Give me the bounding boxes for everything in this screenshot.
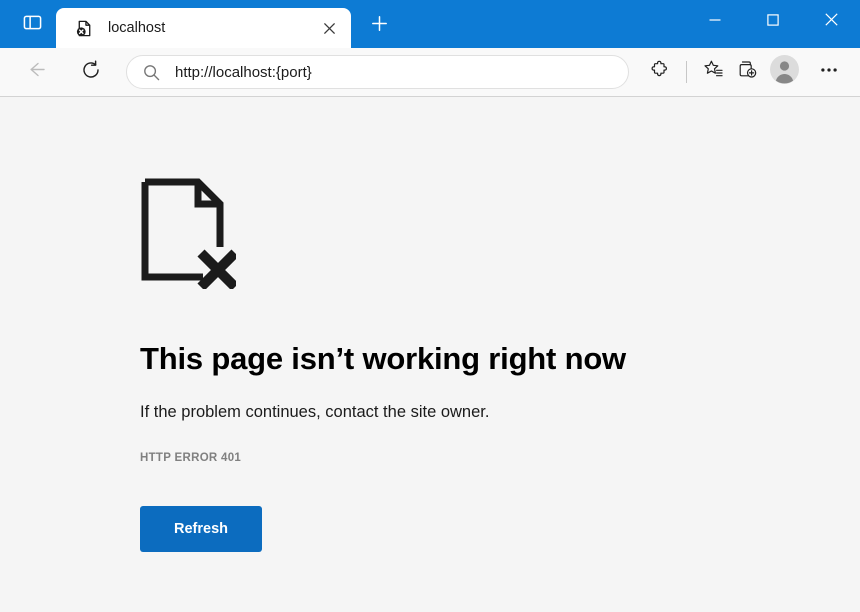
settings-more-button[interactable] (812, 55, 846, 89)
toolbar-divider (686, 61, 687, 83)
title-bar: localhost (0, 0, 860, 48)
address-bar-url: http://localhost:{port} (175, 63, 312, 81)
extensions-button[interactable] (643, 55, 677, 89)
tab-title: localhost (108, 20, 166, 36)
page-content: This page isn’t working right now If the… (0, 97, 860, 611)
close-window-button[interactable] (802, 0, 860, 44)
page-body-text: If the problem continues, contact the si… (140, 403, 490, 421)
plus-icon (371, 15, 388, 37)
new-tab-button[interactable] (361, 8, 397, 44)
puzzle-piece-icon (650, 60, 670, 85)
address-bar[interactable]: http://localhost:{port} (126, 55, 629, 89)
star-icon (703, 59, 724, 85)
back-button[interactable] (18, 55, 52, 89)
http-error-code: HTTP ERROR 401 (140, 452, 242, 464)
browser-toolbar: http://localhost:{port} (0, 48, 860, 97)
search-icon (141, 62, 161, 82)
minimize-icon (709, 13, 721, 31)
ellipsis-icon (819, 60, 839, 85)
tab-strip: localhost (56, 0, 397, 48)
page-error-icon (74, 18, 94, 38)
sidebar-icon (23, 13, 42, 37)
page-title: This page isn’t working right now (140, 341, 626, 376)
back-arrow-icon (25, 59, 46, 85)
document-error-icon (140, 177, 239, 291)
window-controls (686, 0, 860, 44)
refresh-icon (81, 59, 101, 85)
favorites-button[interactable] (696, 55, 730, 89)
minimize-button[interactable] (686, 0, 744, 44)
refresh-page-button[interactable]: Refresh (140, 506, 262, 552)
sidebar-toggle-button[interactable] (12, 8, 52, 42)
maximize-icon (767, 13, 779, 31)
browser-tab[interactable]: localhost (56, 8, 351, 48)
close-icon (824, 13, 838, 31)
collections-button[interactable] (730, 55, 764, 89)
avatar (769, 55, 799, 89)
tab-close-button[interactable] (315, 14, 343, 42)
collections-icon (737, 59, 758, 85)
maximize-button[interactable] (744, 0, 802, 44)
profile-button[interactable] (767, 55, 801, 89)
reload-button[interactable] (74, 55, 108, 89)
